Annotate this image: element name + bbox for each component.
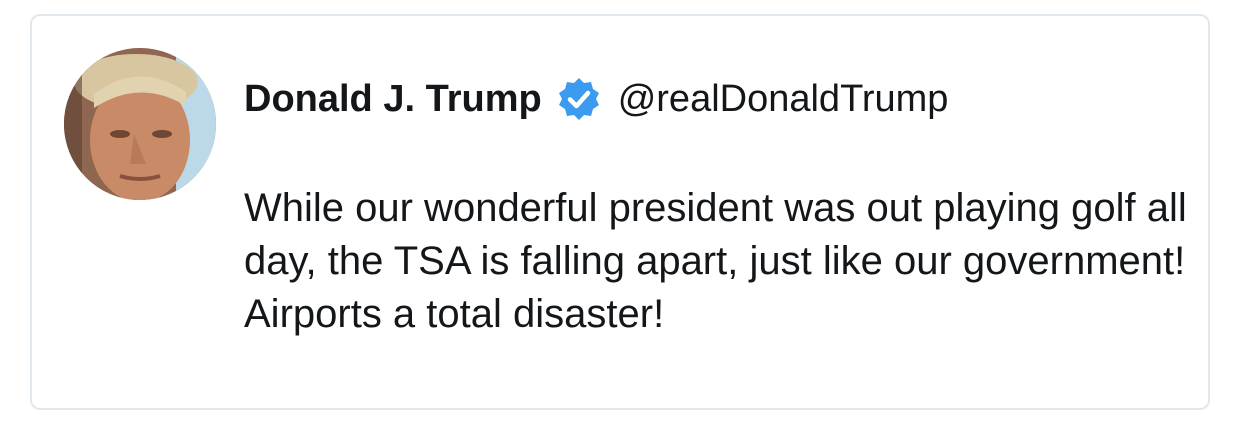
tweet-text: While our wonderful president was out pl… [244,186,1187,336]
tweet-header: Donald J. Trump @realDonaldTrump [244,74,948,124]
avatar-photo [64,48,216,200]
tweet-card: Donald J. Trump @realDonaldTrump While o… [30,14,1210,410]
avatar[interactable] [64,48,216,200]
user-handle[interactable]: @realDonaldTrump [618,78,949,121]
verified-badge-icon [556,76,602,122]
display-name[interactable]: Donald J. Trump [244,78,542,121]
